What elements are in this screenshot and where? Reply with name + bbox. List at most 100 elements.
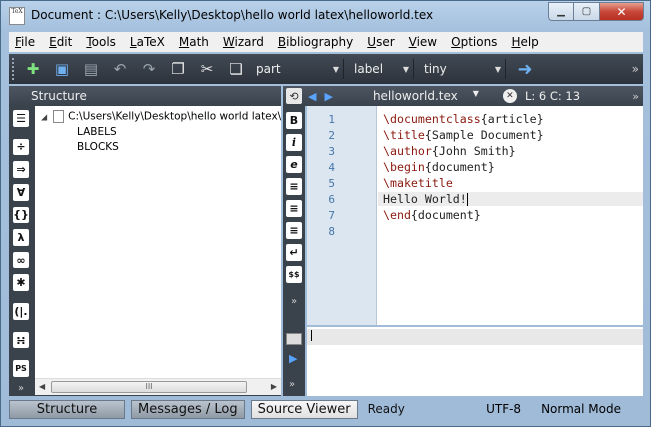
delimiters-icon[interactable]: {} [13,206,29,224]
previous-document-icon[interactable]: ◀ [308,90,316,103]
greek-letters-icon[interactable]: λ [13,229,29,246]
most-used-symbols-icon[interactable]: ∞ [13,251,29,269]
italic-icon[interactable]: i [286,134,302,151]
collapse-arrow-icon[interactable]: ◢ [41,113,47,122]
left-right-tags-icon[interactable]: (|. [13,303,29,320]
bold-icon[interactable]: B [286,112,302,129]
structure-toggle-button[interactable]: Structure [9,399,125,419]
header-overflow-icon[interactable]: » [632,90,639,103]
menu-wizard[interactable]: Wizard [217,35,272,49]
window-controls: ▁ ▢ ✕ [548,2,644,21]
menu-latex[interactable]: LaTeX [124,35,173,49]
line-number: 2 [328,129,335,142]
chevron-down-icon[interactable]: » [289,379,295,390]
align-right-icon[interactable]: ≡ [286,222,302,239]
console-icon[interactable] [286,333,302,345]
code-line[interactable]: \maketitle [383,176,453,190]
math-mode-icon[interactable]: $$ [286,266,302,283]
tree-item-labels[interactable]: LABELS [77,126,117,138]
menu-user[interactable]: User [361,35,402,49]
sectioning-select-value: part [256,62,281,76]
close-button[interactable]: ✕ [600,2,644,21]
menu-help[interactable]: Help [505,35,546,49]
menu-file[interactable]: File [9,35,43,49]
metapost-icon[interactable]: ∺ [13,331,29,349]
code-editor[interactable]: 1 \documentclass{article} 2 \title{Sampl… [307,106,643,325]
size-select[interactable]: tiny ▼ [420,59,506,79]
tree-item-blocks[interactable]: BLOCKS [77,141,119,153]
cut-icon[interactable]: ✂ [194,57,220,81]
next-error-icon[interactable]: ▶ [289,352,297,365]
menu-view[interactable]: View [403,35,445,49]
texmaker-logo-icon: TeX [9,7,25,25]
close-document-icon[interactable]: ✕ [502,89,517,103]
status-bar: Structure Messages / Log Source Viewer R… [9,398,643,420]
scroll-left-icon[interactable]: ◀ [39,382,45,391]
menu-math[interactable]: Math [173,35,217,49]
emphasis-icon[interactable]: e [286,156,302,173]
code-line-current[interactable]: Hello World! [378,192,643,206]
structure-panel-title: Structure [9,86,281,106]
line-number: 7 [328,209,335,222]
document-selector[interactable]: helloworld.tex ▼ [345,89,485,103]
go-arrow-icon[interactable]: ➜ [512,57,538,81]
menu-tools[interactable]: Tools [80,35,124,49]
menu-options[interactable]: Options [445,35,505,49]
sectioning-select[interactable]: part ▼ [252,59,344,79]
save-icon[interactable]: ▣ [49,57,75,81]
paste-icon[interactable]: ❏ [223,57,249,81]
minimize-button[interactable]: ▁ [548,2,574,21]
align-center-icon[interactable]: ≡ [286,200,302,217]
chevron-down-icon: ▼ [332,64,339,74]
size-select-value: tiny [424,62,447,76]
reference-select[interactable]: label ▼ [350,59,414,79]
relation-symbols-icon[interactable]: ÷ [13,138,29,156]
window-title: Document : C:\Users\Kelly\Desktop\hello … [31,8,434,22]
structure-view-icon[interactable]: ☰ [13,110,29,127]
redo-icon[interactable]: ↷ [136,57,162,81]
title-bar[interactable]: TeX Document : C:\Users\Kelly\Desktop\he… [1,1,650,31]
code-line[interactable]: \author{John Smith} [383,144,516,158]
latex-command: \begin [383,160,425,174]
app-window: TeX Document : C:\Users\Kelly\Desktop\he… [0,0,651,427]
align-left-icon[interactable]: ≡ [286,178,302,195]
new-line-icon[interactable]: ↵ [286,244,302,261]
menu-edit[interactable]: Edit [43,35,80,49]
messages-log-area[interactable] [307,327,643,396]
pstricks-icon[interactable]: PS [13,360,29,378]
code-line[interactable]: \end{document} [383,208,481,222]
document-filename: helloworld.tex [372,89,458,103]
code-line[interactable]: \documentclass{article} [383,112,544,126]
toolbar-overflow-icon[interactable]: » [632,62,639,76]
line-number: 6 [328,193,335,206]
save-all-icon[interactable]: ▤ [78,57,104,81]
code-line[interactable]: \title{Sample Document} [383,128,544,142]
new-file-icon[interactable]: ✚ [20,57,46,81]
line-number: 1 [328,113,335,126]
maximize-button[interactable]: ▢ [574,2,600,21]
arrow-symbols-icon[interactable]: ⇒ [13,161,29,178]
favorite-symbols-icon[interactable]: ✱ [13,274,29,292]
tree-root[interactable]: ◢ C:\Users\Kelly\Desktop\hello world late… [41,110,281,123]
source-viewer-toggle-button[interactable]: Source Viewer [250,399,358,419]
latex-argument: {document} [410,208,481,222]
structure-horizontal-scrollbar[interactable]: ◀ III ▶ [35,378,281,395]
code-line[interactable]: \begin{document} [383,160,495,174]
chevron-down-icon[interactable]: » [291,296,297,307]
chevron-down-icon: ▼ [494,64,501,74]
log-tool-column: ▶ » [283,327,305,396]
undo-icon[interactable]: ↶ [107,57,133,81]
scrollbar-thumb[interactable]: III [51,381,247,393]
refresh-icon[interactable]: ⟲ [286,88,302,104]
messages-log-toggle-button[interactable]: Messages / Log [131,399,245,419]
copy-icon[interactable]: ❐ [165,57,191,81]
toolbar-grip[interactable] [12,58,18,80]
chevron-down-icon[interactable]: » [18,383,24,394]
menu-bibliography[interactable]: Bibliography [272,35,361,49]
text-cursor [466,193,468,206]
misc-symbols-icon[interactable]: ∀ [13,183,29,201]
scroll-right-icon[interactable]: ▶ [271,382,277,391]
latex-command: \maketitle [383,176,453,190]
next-document-icon[interactable]: ▶ [324,90,332,103]
text-cursor [311,330,312,341]
